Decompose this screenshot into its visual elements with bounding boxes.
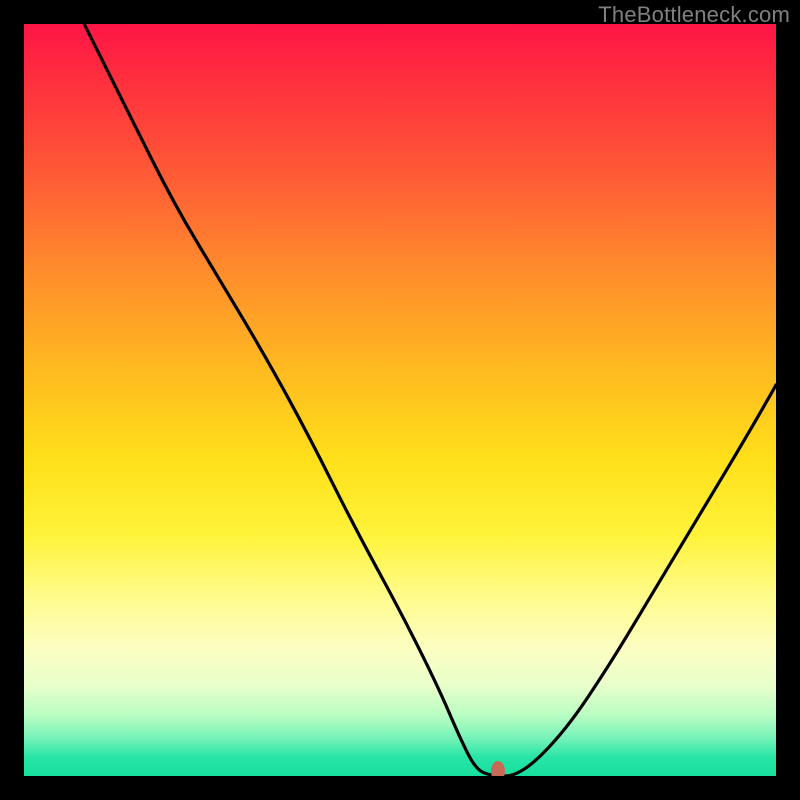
optimum-marker — [491, 761, 505, 776]
bottleneck-curve — [24, 24, 776, 776]
plot-area — [24, 24, 776, 776]
watermark-text: TheBottleneck.com — [598, 2, 790, 28]
chart-frame: TheBottleneck.com — [0, 0, 800, 800]
